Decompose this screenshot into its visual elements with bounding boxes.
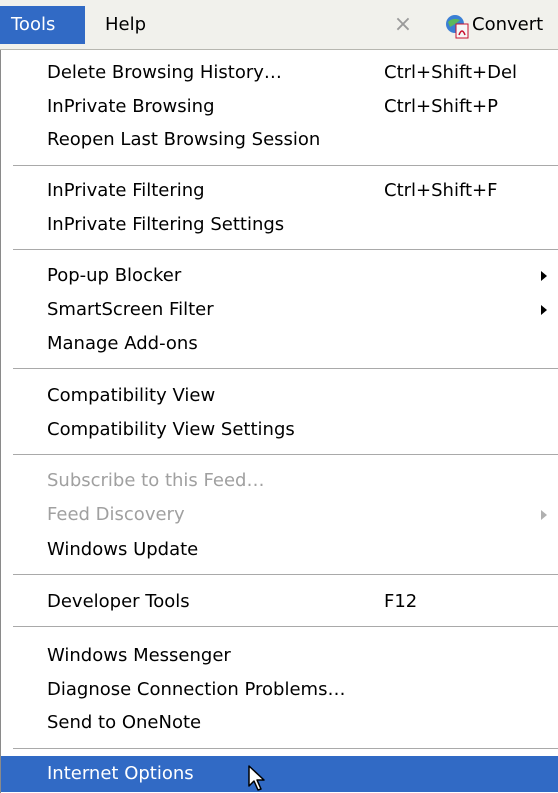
menu-item-reopen-last-session[interactable]: Reopen Last Browsing Session: [1, 123, 558, 157]
submenu-arrow-icon: [541, 510, 547, 520]
menu-item-diagnose-connection[interactable]: Diagnose Connection Problems…: [1, 673, 558, 707]
menu-item-inprivate-filtering[interactable]: InPrivate Filtering Ctrl+Shift+F: [1, 174, 558, 208]
menu-item-label: Send to OneNote: [47, 712, 202, 733]
menu-item-label: Windows Messenger: [47, 645, 231, 666]
menu-item-shortcut: Ctrl+Shift+Del: [384, 62, 518, 83]
menu-item-windows-messenger[interactable]: Windows Messenger: [1, 639, 558, 673]
menu-item-label: Windows Update: [47, 539, 199, 560]
menu-separator: [13, 454, 558, 456]
menu-item-label: Delete Browsing History…: [47, 62, 282, 83]
menu-item-windows-update[interactable]: Windows Update: [1, 533, 558, 567]
menu-separator: [13, 574, 558, 576]
menu-item-label: Compatibility View: [47, 385, 216, 406]
convert-label: Convert: [472, 14, 544, 35]
menu-item-smartscreen-filter[interactable]: SmartScreen Filter: [1, 293, 558, 327]
menu-separator: [13, 368, 558, 370]
submenu-arrow-icon: [541, 271, 547, 281]
menu-item-internet-options[interactable]: Internet Options: [1, 756, 558, 792]
menu-item-label: Diagnose Connection Problems…: [47, 679, 346, 700]
menu-item-send-to-onenote[interactable]: Send to OneNote: [1, 706, 558, 740]
menu-item-compatibility-view-settings[interactable]: Compatibility View Settings: [1, 413, 558, 447]
close-icon[interactable]: ×: [388, 6, 418, 44]
menu-bar: Tools Help × Convert: [0, 0, 558, 50]
menu-item-label: Internet Options: [47, 763, 194, 784]
submenu-arrow-icon: [541, 305, 547, 315]
menu-separator: [13, 748, 558, 750]
mouse-pointer-icon: [248, 765, 265, 791]
menu-item-label: Pop-up Blocker: [47, 265, 182, 286]
menu-item-label: Feed Discovery: [47, 504, 185, 525]
menu-item-label: InPrivate Filtering: [47, 180, 205, 201]
menu-item-label: Reopen Last Browsing Session: [47, 129, 321, 150]
menu-item-shortcut: F12: [384, 591, 418, 612]
menu-item-label: InPrivate Filtering Settings: [47, 214, 285, 235]
menu-item-feed-discovery: Feed Discovery: [1, 498, 558, 532]
menu-item-popup-blocker[interactable]: Pop-up Blocker: [1, 259, 558, 293]
menu-item-shortcut: Ctrl+Shift+F: [384, 180, 498, 201]
menu-item-developer-tools[interactable]: Developer Tools F12: [1, 585, 558, 619]
menu-help[interactable]: Help: [95, 6, 165, 44]
menu-separator: [13, 165, 558, 167]
menu-item-label: Manage Add-ons: [47, 333, 198, 354]
pdf-convert-icon: [446, 15, 469, 39]
convert-button[interactable]: Convert: [438, 6, 558, 44]
menu-tools[interactable]: Tools: [0, 6, 85, 44]
menu-item-delete-browsing-history[interactable]: Delete Browsing History… Ctrl+Shift+Del: [1, 56, 558, 90]
menu-separator: [13, 249, 558, 251]
menu-item-inprivate-filtering-settings[interactable]: InPrivate Filtering Settings: [1, 208, 558, 242]
menu-item-label: Developer Tools: [47, 591, 190, 612]
menu-item-manage-addons[interactable]: Manage Add-ons: [1, 327, 558, 361]
menu-item-label: SmartScreen Filter: [47, 299, 214, 320]
tools-dropdown-menu: Delete Browsing History… Ctrl+Shift+Del …: [0, 50, 558, 793]
menu-item-label: Compatibility View Settings: [47, 419, 295, 440]
menu-item-compatibility-view[interactable]: Compatibility View: [1, 379, 558, 413]
menu-item-subscribe-feed: Subscribe to this Feed…: [1, 464, 558, 498]
menu-separator: [13, 626, 558, 628]
menu-item-label: Subscribe to this Feed…: [47, 470, 265, 491]
menu-item-inprivate-browsing[interactable]: InPrivate Browsing Ctrl+Shift+P: [1, 90, 558, 124]
menu-item-label: InPrivate Browsing: [47, 96, 215, 117]
menu-item-shortcut: Ctrl+Shift+P: [384, 96, 498, 117]
